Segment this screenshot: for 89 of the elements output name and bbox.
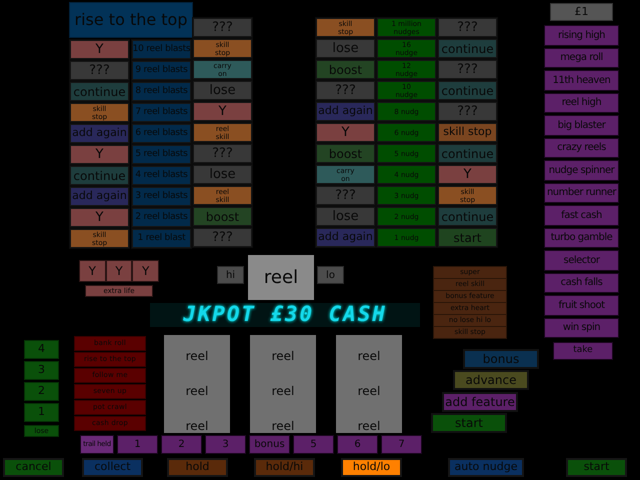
reel-symbol: reel — [272, 349, 294, 363]
trail-cell: 6 — [337, 435, 378, 454]
game-item: selector — [544, 250, 619, 270]
ladder-cell: 10 reel blasts — [132, 40, 191, 59]
trail-cell: 1 — [117, 435, 158, 454]
game-item: 11th heaven — [544, 70, 619, 90]
ladder-cell: add again — [70, 124, 129, 143]
trail-cell: 3 — [205, 435, 246, 454]
control-button[interactable]: hold/hi — [254, 458, 315, 477]
game-item: turbo gamble — [544, 228, 619, 248]
ladder-cell: Y — [438, 165, 497, 184]
ladder-cell: ??? — [70, 61, 129, 80]
reel-symbol: reel — [186, 419, 208, 433]
control-button[interactable]: hold/lo — [341, 458, 402, 477]
take-button[interactable]: take — [553, 342, 613, 360]
ladder-cell: ??? — [438, 102, 497, 121]
reel-symbol: reel — [186, 349, 208, 363]
ladder-cell: 5 reel blasts — [132, 145, 191, 164]
ladder-cell: boost — [316, 60, 375, 79]
control-button[interactable]: collect — [82, 458, 143, 477]
ladder-title: rise to the top — [69, 2, 193, 38]
hi-button[interactable]: hi — [217, 266, 244, 284]
stake-button[interactable]: £1 — [550, 3, 613, 21]
ladder-cell: ??? — [316, 81, 375, 100]
action-button[interactable]: bonus — [463, 349, 539, 369]
trail-step: 3 — [24, 361, 59, 380]
reel-symbol: reel — [272, 419, 294, 433]
ladder-cell: add again — [316, 228, 375, 247]
game-item: number runner — [544, 182, 619, 203]
control-button[interactable]: cancel — [3, 458, 64, 477]
ladder-cell: ??? — [193, 18, 252, 37]
control-button[interactable]: hold — [167, 458, 228, 477]
life-cell: Y — [80, 261, 105, 281]
ladder-cell: Y — [70, 40, 129, 59]
ladder-cell: Y — [70, 145, 129, 164]
trail-cell: bonus — [249, 435, 290, 454]
ladder-cell: 2 reel blasts — [132, 208, 191, 227]
ladder-cell: ??? — [316, 186, 375, 205]
reel-window: reel — [248, 255, 314, 300]
ladder-cell: 7 reel blasts — [132, 103, 191, 122]
jackpot-display: JKPOT £30 CASH — [150, 303, 420, 327]
ladder-cell: add again — [316, 102, 375, 121]
life-cell: Y — [133, 261, 158, 281]
control-button[interactable]: auto nudge — [448, 458, 524, 477]
trail-cell: 7 — [381, 435, 422, 454]
trail-cell: 2 — [161, 435, 202, 454]
game-item: win spin — [544, 318, 619, 338]
reel-symbol: reel — [358, 419, 380, 433]
ladder-cell: skill stop — [438, 123, 497, 142]
lo-button[interactable]: lo — [317, 266, 344, 284]
ladder-cell: start — [438, 228, 497, 247]
game-item: crazy reels — [544, 138, 619, 158]
reel-symbol: reel — [272, 384, 294, 398]
trail-step: 2 — [24, 382, 59, 401]
ladder-cell: Y — [70, 208, 129, 227]
game-item: big blaster — [544, 115, 619, 136]
game-item: mega roll — [544, 48, 619, 68]
reel-symbol: reel — [358, 384, 380, 398]
action-button[interactable]: add feature — [442, 392, 518, 412]
ladder-cell: 4 reel blasts — [132, 166, 191, 185]
trail-cell: 5 — [293, 435, 334, 454]
life-cell: Y — [106, 261, 132, 281]
ladder-cell: boost — [316, 144, 375, 163]
ladder-cell: add again — [70, 187, 129, 206]
ladder-cell: ??? — [438, 18, 497, 37]
game-item: fruit shoot — [544, 295, 619, 316]
game-item: nudge spinner — [544, 160, 619, 180]
action-button[interactable]: start — [431, 412, 507, 433]
ladder-cell: Y — [193, 102, 252, 121]
ladder-cell: 3 reel blasts — [132, 187, 191, 206]
action-button[interactable]: advance — [453, 370, 529, 390]
ladder-cell: Y — [316, 123, 375, 142]
ladder-cell: boost — [193, 207, 252, 226]
reel-symbol: reel — [186, 384, 208, 398]
ladder-cell: 1 reel blast — [132, 229, 191, 248]
control-button[interactable]: start — [566, 458, 627, 477]
ladder-cell: ??? — [193, 144, 252, 163]
ladder-cell: 6 reel blasts — [132, 124, 191, 143]
game-item: rising high — [544, 25, 619, 46]
game-item: reel high — [544, 92, 619, 113]
ladder-cell: 9 reel blasts — [132, 61, 191, 80]
ladder-cell: ??? — [438, 60, 497, 79]
game-item: fast cash — [544, 205, 619, 226]
game-item: cash falls — [544, 272, 619, 293]
reel-symbol: reel — [358, 349, 380, 363]
trail-step: 1 — [24, 403, 59, 422]
ladder-cell: 8 reel blasts — [132, 82, 191, 101]
ladder-cell: ??? — [193, 228, 252, 247]
trail-step: 4 — [24, 340, 59, 359]
